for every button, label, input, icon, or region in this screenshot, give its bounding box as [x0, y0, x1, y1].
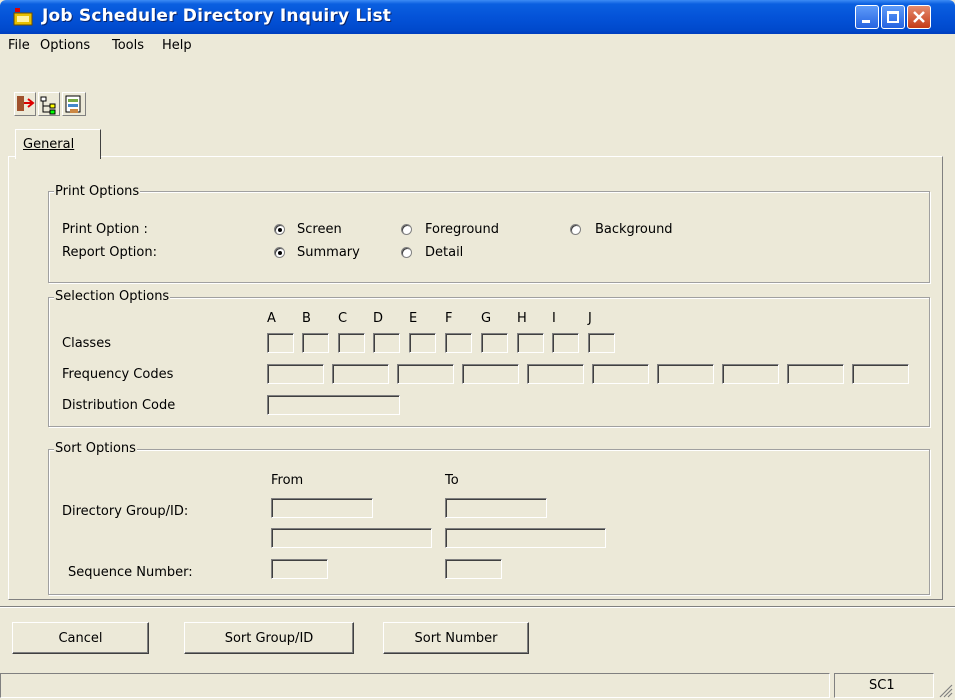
report-summary-label: Summary [297, 245, 360, 260]
to-label: To [445, 473, 459, 488]
directory-group-id-label: Directory Group/ID: [62, 504, 189, 519]
tree-icon [40, 96, 56, 115]
frequency-codes-label: Frequency Codes [62, 367, 174, 382]
class-input-c[interactable] [338, 333, 365, 353]
frequency-code-input-2[interactable] [332, 364, 389, 384]
class-input-f[interactable] [445, 333, 472, 353]
class-input-d[interactable] [373, 333, 400, 353]
sort-group-id-button[interactable]: Sort Group/ID [184, 622, 354, 654]
distribution-code-input[interactable] [267, 395, 400, 415]
class-input-i[interactable] [552, 333, 579, 353]
frequency-code-input-3[interactable] [397, 364, 454, 384]
from-label: From [271, 473, 304, 488]
radio-report-detail[interactable] [401, 247, 412, 258]
print-background-label: Background [595, 222, 673, 237]
sort-number-button[interactable]: Sort Number [383, 622, 529, 654]
status-code: SC1 [869, 678, 895, 693]
menu-options[interactable]: Options [40, 38, 90, 53]
classes-label: Classes [62, 336, 111, 351]
distribution-code-label: Distribution Code [62, 398, 176, 413]
maximize-button[interactable] [881, 5, 905, 29]
class-letter-d: D [373, 311, 384, 326]
tree-button[interactable] [38, 92, 60, 116]
class-input-a[interactable] [267, 333, 294, 353]
directory-from-group-input[interactable] [271, 498, 373, 518]
frequency-code-input-4[interactable] [462, 364, 519, 384]
menu-tools[interactable]: Tools [112, 38, 144, 53]
frequency-code-input-5[interactable] [527, 364, 584, 384]
close-icon [913, 11, 925, 23]
minimize-icon [862, 20, 870, 23]
directory-to-id-input[interactable] [445, 528, 606, 548]
frequency-code-input-9[interactable] [787, 364, 844, 384]
scheduler-icon [65, 95, 81, 113]
report-detail-label: Detail [425, 245, 464, 260]
class-letter-g: G [481, 311, 492, 326]
class-letter-c: C [338, 311, 348, 326]
close-button[interactable] [907, 5, 931, 29]
frequency-code-input-8[interactable] [722, 364, 779, 384]
class-input-e[interactable] [409, 333, 436, 353]
class-letter-i: I [552, 311, 556, 326]
separator [0, 606, 955, 608]
selection-options-legend: Selection Options [54, 289, 171, 304]
print-options-legend: Print Options [54, 184, 141, 199]
class-letter-j: J [588, 311, 592, 326]
class-letter-a: A [267, 311, 276, 326]
tab-general[interactable]: General [15, 129, 101, 159]
class-input-b[interactable] [302, 333, 329, 353]
frequency-code-input-7[interactable] [657, 364, 714, 384]
directory-from-id-input[interactable] [271, 528, 432, 548]
scheduler-button[interactable] [62, 92, 86, 116]
class-letter-f: F [445, 311, 453, 326]
class-letter-e: E [409, 311, 418, 326]
print-screen-label: Screen [297, 222, 342, 237]
report-option-label: Report Option: [62, 245, 157, 260]
radio-print-screen[interactable] [274, 224, 285, 235]
sequence-from-input[interactable] [271, 559, 328, 579]
sequence-number-label: Sequence Number: [68, 565, 193, 580]
maximize-icon [887, 11, 899, 23]
radio-report-summary[interactable] [274, 247, 285, 258]
class-input-g[interactable] [481, 333, 508, 353]
directory-to-group-input[interactable] [445, 498, 547, 518]
class-input-j[interactable] [588, 333, 615, 353]
frequency-code-input-1[interactable] [267, 364, 324, 384]
sort-options-legend: Sort Options [54, 441, 137, 456]
resize-grip-icon[interactable] [937, 682, 953, 698]
class-letter-b: B [302, 311, 311, 326]
radio-print-background[interactable] [570, 224, 581, 235]
radio-print-foreground[interactable] [401, 224, 412, 235]
frequency-code-input-10[interactable] [852, 364, 909, 384]
exit-icon [17, 96, 35, 111]
class-input-h[interactable] [517, 333, 544, 353]
window-title: Job Scheduler Directory Inquiry List [42, 6, 392, 26]
print-foreground-label: Foreground [425, 222, 500, 237]
app-icon [13, 8, 33, 26]
status-panel-code: SC1 [834, 673, 934, 698]
tab-general-label: General [23, 137, 75, 152]
exit-button[interactable] [14, 92, 36, 116]
class-letter-h: H [517, 311, 527, 326]
frequency-code-input-6[interactable] [592, 364, 649, 384]
minimize-button[interactable] [855, 5, 879, 29]
sequence-to-input[interactable] [445, 559, 502, 579]
menu-file[interactable]: File [8, 38, 30, 53]
cancel-button[interactable]: Cancel [12, 622, 149, 654]
print-option-label: Print Option : [62, 222, 148, 237]
print-options-group [48, 191, 930, 283]
menu-help[interactable]: Help [162, 38, 192, 53]
status-panel-main [0, 673, 830, 698]
